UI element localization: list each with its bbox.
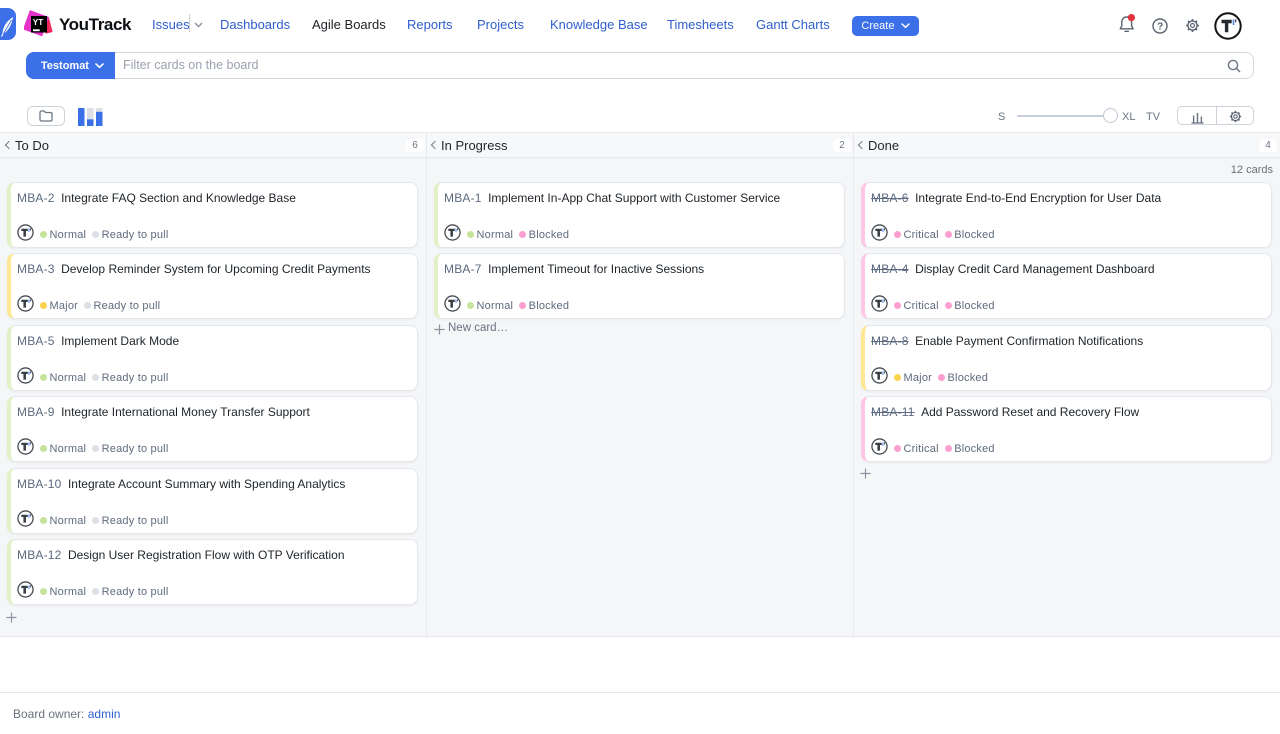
svg-text:YT: YT — [33, 18, 43, 27]
svg-text:?: ? — [1157, 22, 1163, 33]
